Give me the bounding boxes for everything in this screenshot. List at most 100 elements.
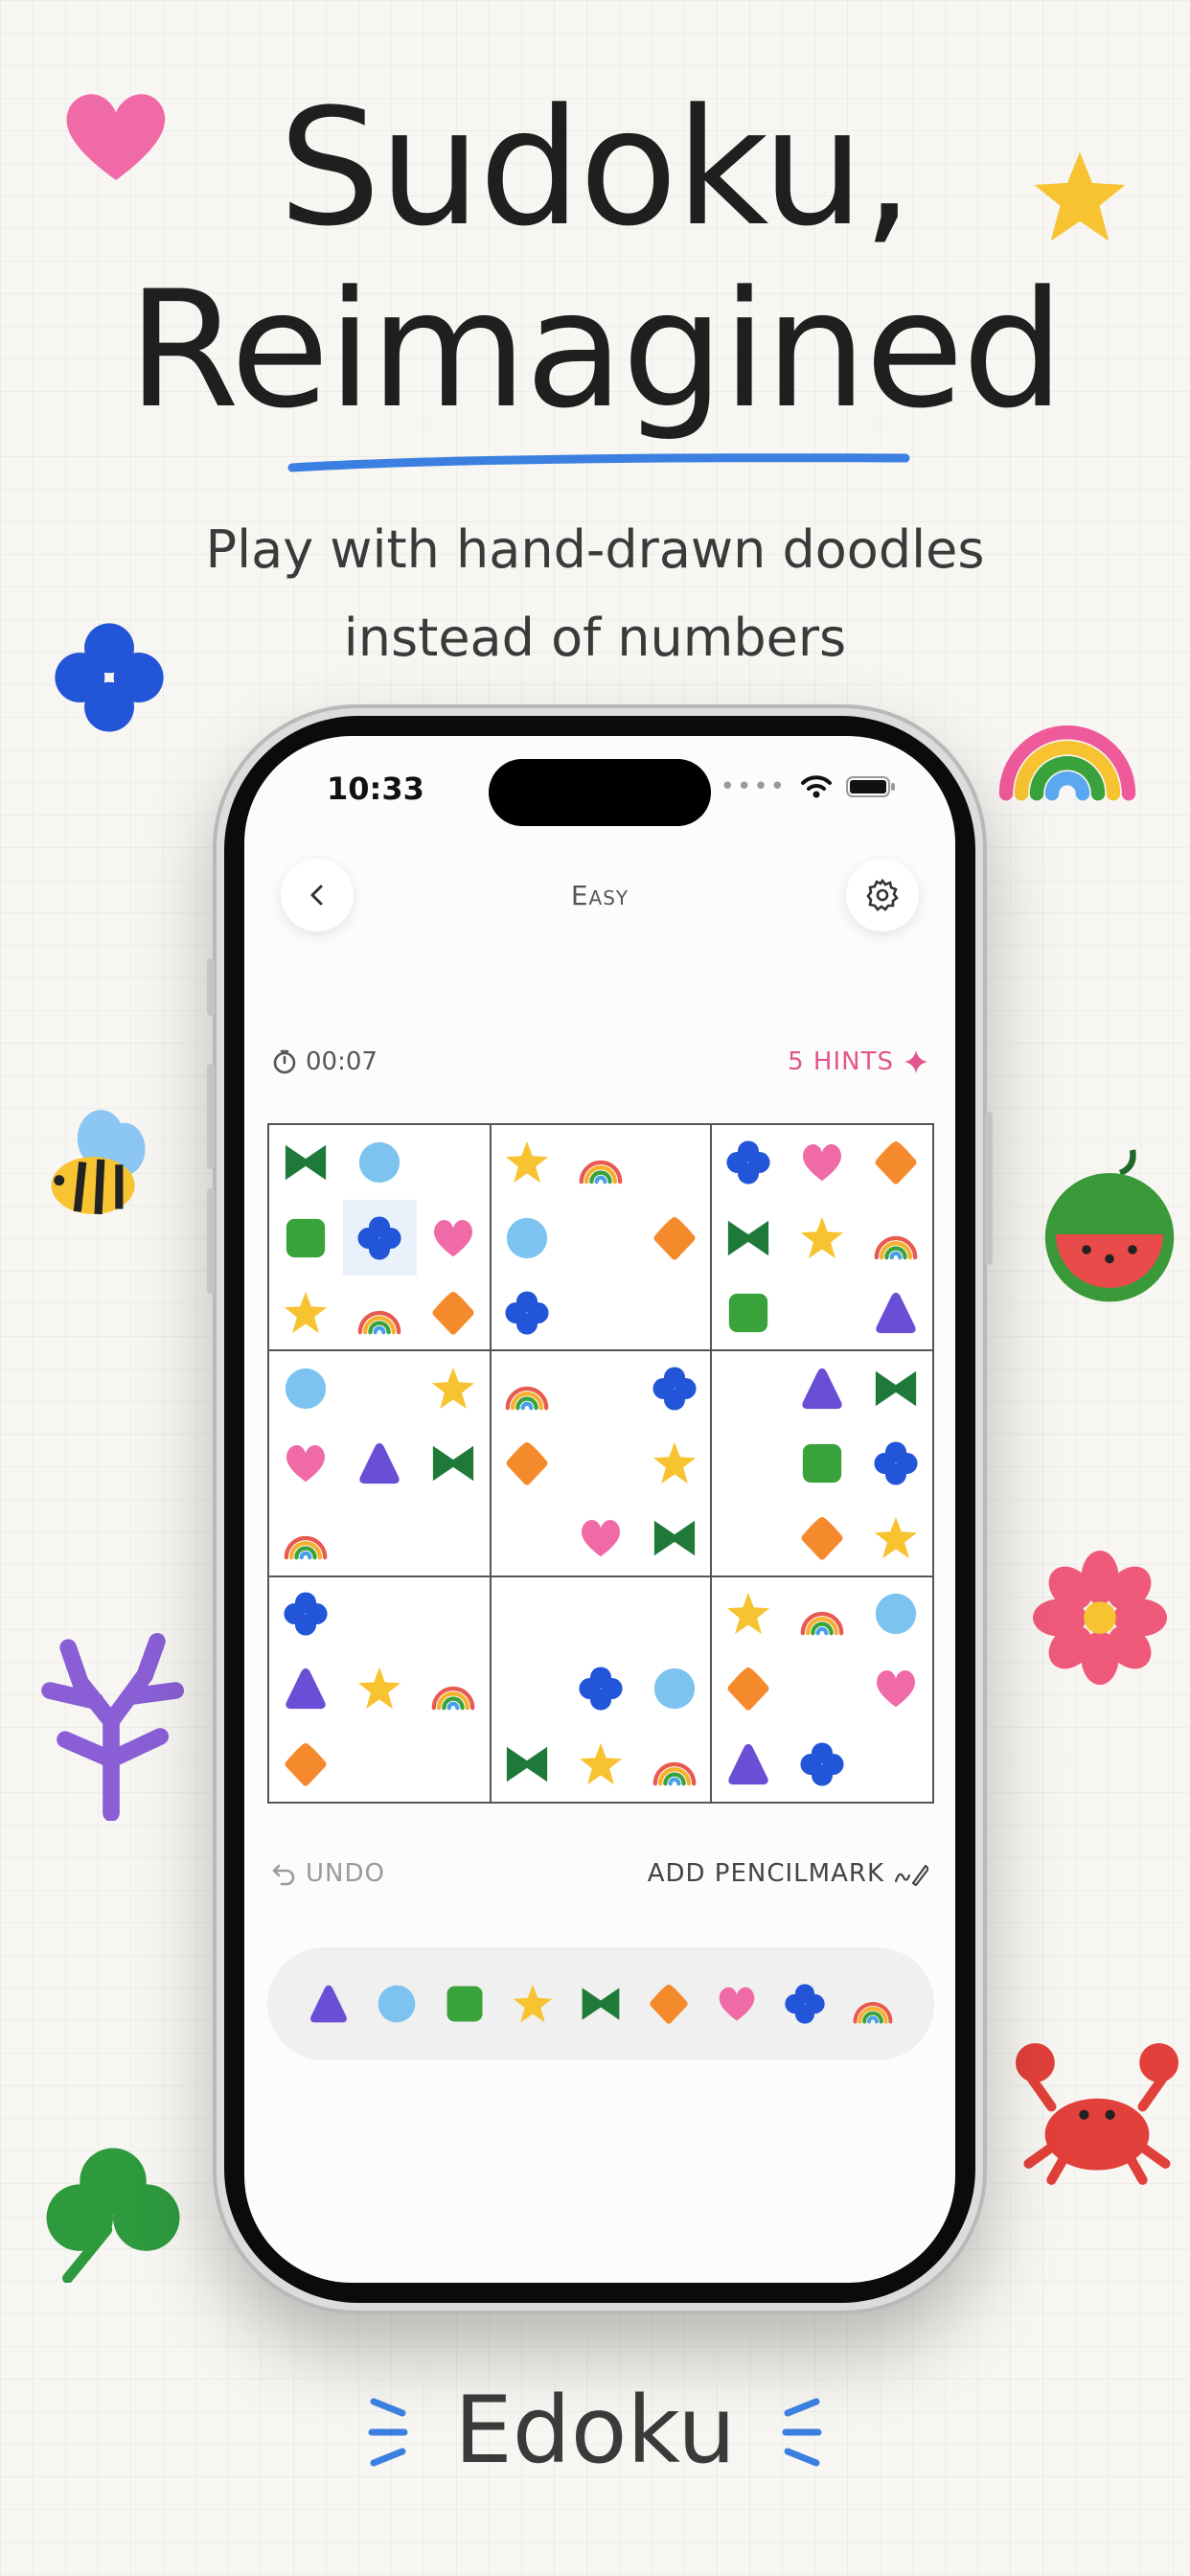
bow-doodle-icon — [875, 1370, 916, 1406]
board-cell[interactable] — [785, 1727, 858, 1802]
board-cell[interactable] — [637, 1350, 711, 1425]
board-cell[interactable] — [858, 1651, 932, 1726]
board-cell[interactable] — [785, 1651, 858, 1726]
board-cell[interactable] — [269, 1426, 343, 1501]
board-cell[interactable] — [269, 1501, 343, 1576]
palette-item-triangle[interactable] — [306, 1981, 352, 2027]
board-cell[interactable] — [343, 1727, 417, 1802]
box-divider-horizontal — [269, 1349, 932, 1352]
board-cell[interactable] — [785, 1426, 858, 1501]
board-cell[interactable] — [269, 1651, 343, 1726]
board-cell[interactable] — [637, 1426, 711, 1501]
settings-button[interactable] — [846, 859, 919, 932]
board-cell[interactable] — [711, 1200, 785, 1275]
board-cell[interactable] — [491, 1576, 564, 1651]
board-cell[interactable] — [637, 1576, 711, 1651]
board-cell[interactable] — [711, 1350, 785, 1425]
palette-item-diamond[interactable] — [646, 1981, 692, 2027]
board-cell[interactable] — [343, 1350, 417, 1425]
board-cell[interactable] — [343, 1276, 417, 1350]
board-cell[interactable] — [417, 1426, 491, 1501]
board-cell[interactable] — [491, 1350, 564, 1425]
board-cell[interactable] — [417, 1200, 491, 1275]
board-cell[interactable] — [858, 1200, 932, 1275]
board-cell[interactable] — [564, 1727, 638, 1802]
board-cell[interactable] — [342, 1200, 417, 1276]
board-cell[interactable] — [637, 1651, 711, 1726]
board-cell[interactable] — [711, 1501, 785, 1576]
board-cell[interactable] — [564, 1350, 638, 1425]
board-cell[interactable] — [858, 1426, 932, 1501]
palette-item-star[interactable] — [510, 1981, 556, 2027]
board-cell[interactable] — [858, 1276, 932, 1350]
board-cell[interactable] — [637, 1501, 711, 1576]
board-cell[interactable] — [343, 1576, 417, 1651]
board-cell[interactable] — [417, 1350, 491, 1425]
box-divider-horizontal — [269, 1575, 932, 1577]
palette-item-circle[interactable] — [374, 1981, 420, 2027]
rainbow-doodle — [998, 725, 1136, 801]
board-cell[interactable] — [564, 1501, 638, 1576]
hints-button[interactable]: 5 HINTS — [788, 1047, 928, 1076]
board-cell[interactable] — [417, 1727, 491, 1802]
board-cell[interactable] — [491, 1727, 564, 1802]
add-pencilmark-button[interactable]: ADD PENCILMARK — [648, 1859, 928, 1888]
board-cell[interactable] — [785, 1501, 858, 1576]
palette-item-clover[interactable] — [782, 1981, 828, 2027]
board-cell[interactable] — [637, 1276, 711, 1350]
palette-item-rainbow[interactable] — [850, 1981, 896, 2027]
board-cell[interactable] — [785, 1125, 858, 1200]
diamond-doodle-icon — [653, 1216, 696, 1260]
board-cell[interactable] — [417, 1501, 491, 1576]
board-cell[interactable] — [711, 1727, 785, 1802]
board-cell[interactable] — [711, 1426, 785, 1501]
board-cell[interactable] — [785, 1276, 858, 1350]
board-cell[interactable] — [711, 1276, 785, 1350]
board-cell[interactable] — [269, 1350, 343, 1425]
undo-button[interactable]: UNDO — [271, 1859, 385, 1888]
board-cell[interactable] — [564, 1576, 638, 1651]
board-cell[interactable] — [417, 1576, 491, 1651]
board-cell[interactable] — [858, 1576, 932, 1651]
board-cell[interactable] — [564, 1200, 638, 1275]
board-cell[interactable] — [417, 1651, 491, 1726]
board-cell[interactable] — [343, 1125, 417, 1200]
board-cell[interactable] — [491, 1200, 564, 1275]
palette-item-bow[interactable] — [578, 1981, 624, 2027]
board-cell[interactable] — [269, 1276, 343, 1350]
headline-underline — [287, 453, 910, 472]
board-cell[interactable] — [785, 1350, 858, 1425]
board-cell[interactable] — [269, 1200, 343, 1275]
board-cell[interactable] — [858, 1501, 932, 1576]
board-cell[interactable] — [269, 1576, 343, 1651]
board-cell[interactable] — [785, 1576, 858, 1651]
board-cell[interactable] — [269, 1727, 343, 1802]
board-cell[interactable] — [417, 1276, 491, 1350]
board-cell[interactable] — [858, 1125, 932, 1200]
board-cell[interactable] — [564, 1651, 638, 1726]
board-cell[interactable] — [491, 1501, 564, 1576]
board-cell[interactable] — [343, 1426, 417, 1501]
board-cell[interactable] — [711, 1576, 785, 1651]
board-cell[interactable] — [858, 1350, 932, 1425]
board-cell[interactable] — [637, 1200, 711, 1275]
board-cell[interactable] — [637, 1727, 711, 1802]
board-cell[interactable] — [491, 1276, 564, 1350]
board-cell[interactable] — [711, 1125, 785, 1200]
board-cell[interactable] — [343, 1501, 417, 1576]
board-cell[interactable] — [491, 1426, 564, 1501]
board-cell[interactable] — [417, 1125, 491, 1200]
palette-item-square[interactable] — [442, 1981, 488, 2027]
board-cell[interactable] — [711, 1651, 785, 1726]
board-cell[interactable] — [858, 1727, 932, 1802]
board-cell[interactable] — [564, 1276, 638, 1350]
board-cell[interactable] — [491, 1125, 564, 1200]
board-cell[interactable] — [564, 1426, 638, 1501]
board-cell[interactable] — [343, 1651, 417, 1726]
palette-item-heart[interactable] — [714, 1981, 760, 2027]
board-cell[interactable] — [637, 1125, 711, 1200]
board-cell[interactable] — [491, 1651, 564, 1726]
board-cell[interactable] — [785, 1200, 858, 1275]
board-cell[interactable] — [269, 1125, 343, 1200]
board-cell[interactable] — [564, 1125, 638, 1200]
